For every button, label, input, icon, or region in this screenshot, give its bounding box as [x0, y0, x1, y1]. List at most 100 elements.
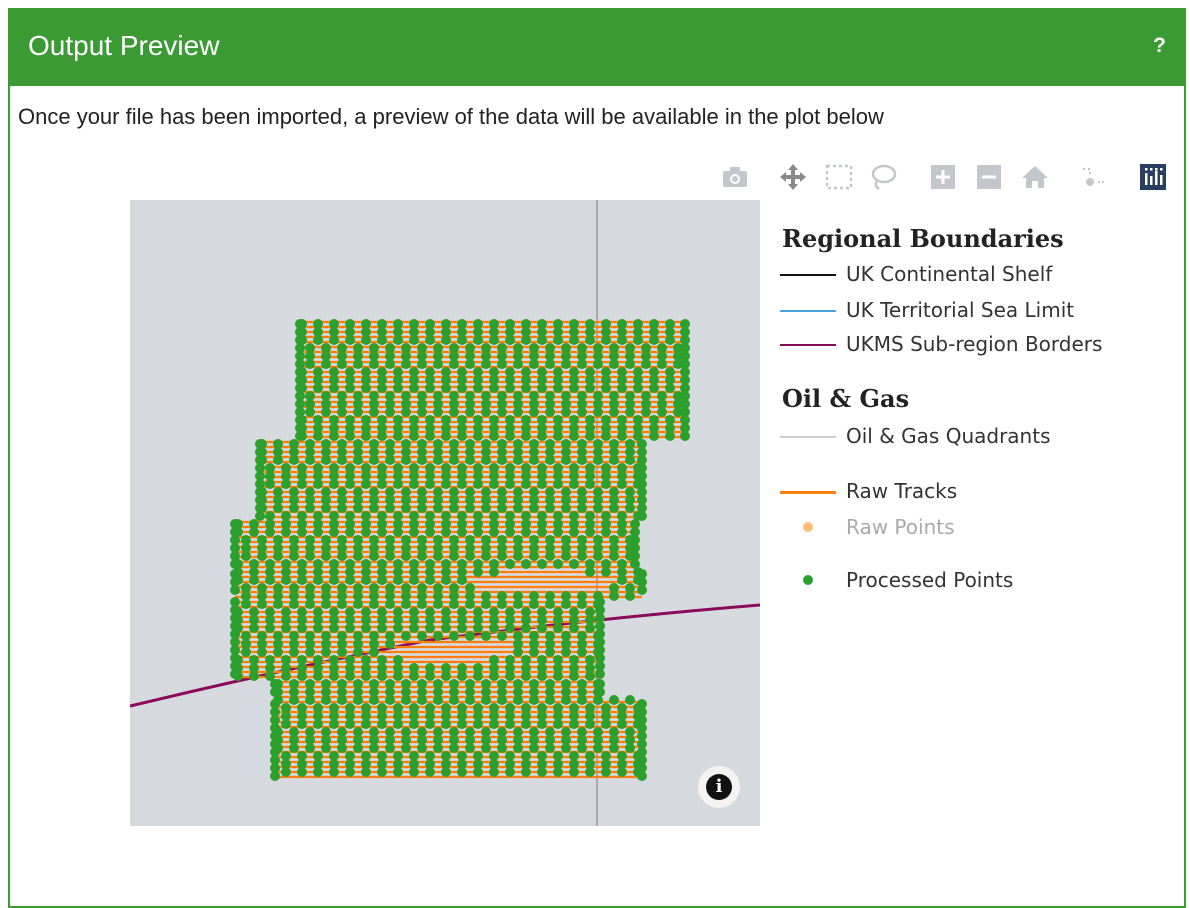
processed-point	[393, 623, 403, 633]
zoom-out-icon[interactable]	[974, 162, 1004, 192]
processed-point	[425, 335, 435, 345]
processed-point	[257, 551, 267, 561]
legend-item-oil-gas-quadrants[interactable]: Oil & Gas Quadrants	[780, 424, 1160, 450]
processed-point	[425, 383, 435, 393]
processed-point	[601, 383, 611, 393]
processed-point	[481, 599, 491, 609]
processed-point	[257, 599, 267, 609]
processed-point	[633, 383, 643, 393]
processed-point	[393, 527, 403, 537]
processed-point	[441, 623, 451, 633]
processed-point	[321, 599, 331, 609]
info-button[interactable]: i	[698, 766, 740, 808]
camera-icon[interactable]	[720, 162, 750, 192]
processed-point	[601, 719, 611, 729]
processed-point	[473, 671, 483, 681]
processed-point	[409, 527, 419, 537]
processed-point	[489, 671, 499, 681]
processed-point	[473, 719, 483, 729]
processed-point	[513, 503, 523, 513]
map-plot[interactable]: i	[130, 200, 760, 826]
processed-point	[441, 575, 451, 585]
processed-point	[393, 767, 403, 777]
processed-point	[529, 551, 539, 561]
legend-item-uk-continental-shelf[interactable]: UK Continental Shelf	[780, 262, 1160, 288]
processed-point	[577, 599, 587, 609]
processed-point	[457, 431, 467, 441]
processed-point	[457, 575, 467, 585]
processed-point	[417, 743, 427, 753]
processed-point	[561, 551, 571, 561]
processed-point	[313, 575, 323, 585]
processed-point	[305, 743, 315, 753]
pan-icon[interactable]	[778, 162, 808, 192]
processed-point	[321, 551, 331, 561]
legend-label: UKMS Sub-region Borders	[846, 332, 1103, 356]
processed-point	[321, 455, 331, 465]
processed-point	[265, 623, 275, 633]
legend-item-processed-points[interactable]: Processed Points	[780, 568, 1160, 594]
processed-point	[569, 559, 579, 569]
processed-point	[441, 479, 451, 489]
processed-point	[609, 455, 619, 465]
legend-item-raw-points[interactable]: Raw Points	[780, 515, 1160, 541]
legend-item-uk-territorial-sea-limit[interactable]: UK Territorial Sea Limit	[780, 298, 1160, 324]
processed-point	[513, 695, 523, 705]
processed-point	[409, 575, 419, 585]
processed-point	[537, 431, 547, 441]
processed-point	[625, 695, 635, 705]
legend-item-raw-tracks[interactable]: Raw Tracks	[780, 479, 1160, 505]
processed-point	[369, 503, 379, 513]
processed-point	[457, 479, 467, 489]
map-canvas[interactable]	[130, 200, 760, 826]
processed-point	[393, 575, 403, 585]
processed-point	[230, 669, 240, 679]
processed-point	[321, 743, 331, 753]
processed-point	[473, 335, 483, 345]
processed-point	[353, 599, 363, 609]
processed-point	[345, 479, 355, 489]
reset-axes-home-icon[interactable]	[1020, 162, 1050, 192]
processed-point	[337, 455, 347, 465]
processed-point	[329, 383, 339, 393]
processed-point	[505, 335, 515, 345]
processed-point	[281, 479, 291, 489]
processed-point	[361, 671, 371, 681]
processed-point	[481, 407, 491, 417]
processed-point	[665, 335, 675, 345]
processed-point	[617, 383, 627, 393]
lasso-select-icon[interactable]	[868, 162, 898, 192]
processed-point	[481, 359, 491, 369]
plotly-logo-icon[interactable]	[1138, 162, 1168, 192]
processed-point	[545, 743, 555, 753]
processed-point	[329, 719, 339, 729]
legend-item-ukms-sub-region-borders[interactable]: UKMS Sub-region Borders	[780, 332, 1160, 358]
processed-point	[593, 407, 603, 417]
processed-point	[409, 383, 419, 393]
processed-point	[369, 359, 379, 369]
processed-point	[433, 551, 443, 561]
box-select-icon[interactable]	[824, 162, 854, 192]
processed-point	[457, 719, 467, 729]
processed-point	[361, 383, 371, 393]
processed-point	[353, 407, 363, 417]
processed-point	[465, 455, 475, 465]
processed-point	[425, 623, 435, 633]
zoom-in-icon[interactable]	[928, 162, 958, 192]
processed-point	[473, 527, 483, 537]
legend-label: Raw Points	[846, 515, 955, 539]
help-button[interactable]: ?	[1153, 34, 1166, 58]
legend-swatch-line	[780, 310, 836, 312]
processed-point	[353, 359, 363, 369]
processed-point	[585, 527, 595, 537]
processed-point	[521, 479, 531, 489]
processed-point	[585, 479, 595, 489]
processed-point	[385, 599, 395, 609]
processed-point	[449, 359, 459, 369]
processed-point	[521, 383, 531, 393]
processed-point	[513, 647, 523, 657]
processed-point	[305, 407, 315, 417]
processed-point	[569, 719, 579, 729]
toggle-spike-lines-icon[interactable]	[1078, 162, 1108, 192]
processed-point	[281, 623, 291, 633]
